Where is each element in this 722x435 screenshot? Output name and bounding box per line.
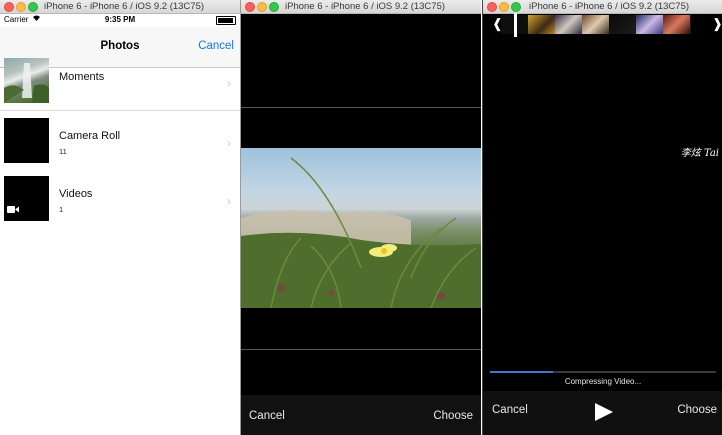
chevron-right-icon: ›	[227, 136, 231, 150]
window-titlebar[interactable]: iPhone 6 - iPhone 6 / iOS 9.2 (13C75)	[241, 0, 481, 14]
zoom-window-button[interactable]	[28, 2, 38, 12]
cancel-button[interactable]: Cancel	[198, 40, 234, 52]
trim-handle-left[interactable]: ❰	[492, 15, 503, 34]
battery-icon	[216, 16, 236, 25]
playhead[interactable]	[514, 13, 517, 37]
zoom-window-button[interactable]	[269, 2, 279, 12]
video-frame	[555, 15, 582, 34]
minimize-window-button[interactable]	[16, 2, 26, 12]
trim-bar: ❰ ❱	[483, 13, 722, 38]
chevron-right-icon: ›	[227, 194, 231, 208]
window-title: iPhone 6 - iPhone 6 / iOS 9.2 (13C75)	[44, 1, 205, 12]
video-frame	[663, 15, 690, 34]
window-titlebar[interactable]: iPhone 6 - iPhone 6 / iOS 9.2 (13C75)	[483, 0, 722, 14]
close-window-button[interactable]	[487, 2, 497, 12]
chevron-right-icon: ›	[227, 76, 231, 90]
album-row-camera-roll[interactable]: Camera Roll 11 ›	[0, 114, 240, 172]
minimize-window-button[interactable]	[499, 2, 509, 12]
window-title: iPhone 6 - iPhone 6 / iOS 9.2 (13C75)	[529, 1, 690, 12]
album-thumbnail	[4, 58, 49, 103]
status-time: 9:35 PM	[104, 15, 136, 24]
album-thumbnail	[4, 176, 49, 221]
trim-handle-right[interactable]: ❱	[712, 15, 722, 34]
crop-toolbar: Cancel Choose	[241, 395, 481, 435]
cancel-button[interactable]: Cancel	[492, 404, 528, 416]
cancel-button[interactable]: Cancel	[249, 410, 285, 422]
choose-button[interactable]: Choose	[433, 410, 473, 422]
simulator-window-video: iPhone 6 - iPhone 6 / iOS 9.2 (13C75) ❰ …	[482, 0, 722, 435]
album-count: 11	[59, 147, 67, 156]
album-title: Videos	[59, 188, 93, 200]
video-frame	[582, 15, 609, 34]
selected-photo[interactable]	[241, 148, 481, 308]
zoom-window-button[interactable]	[511, 2, 521, 12]
play-icon[interactable]	[595, 403, 613, 421]
choose-button[interactable]: Choose	[677, 404, 717, 416]
minimize-window-button[interactable]	[257, 2, 267, 12]
album-thumbnail	[4, 118, 49, 163]
video-frame	[528, 15, 555, 34]
album-row-videos[interactable]: Videos 1 ›	[0, 172, 240, 230]
video-toolbar: Cancel Choose	[483, 391, 722, 435]
status-bar: Carrier 9:35 PM	[0, 14, 240, 27]
ios-screen: ❰ ❱ 李炫 Tai Compressing Video... Cancel C…	[483, 13, 722, 435]
compress-status: Compressing Video...	[564, 377, 642, 386]
album-title: Camera Roll	[59, 130, 121, 142]
compress-progress-bar	[490, 371, 716, 373]
ios-screen: Carrier 9:35 PM Photos Cancel Moments › …	[0, 14, 240, 435]
album-row-moments[interactable]: Moments ›	[0, 54, 240, 112]
window-title: iPhone 6 - iPhone 6 / iOS 9.2 (13C75)	[285, 1, 446, 12]
ios-screen: Cancel Choose	[241, 14, 481, 435]
window-titlebar[interactable]: iPhone 6 - iPhone 6 / iOS 9.2 (13C75)	[0, 0, 240, 14]
close-window-button[interactable]	[4, 2, 14, 12]
frame-strip[interactable]	[501, 13, 691, 37]
simulator-window-photos: iPhone 6 - iPhone 6 / iOS 9.2 (13C75) Ca…	[0, 0, 241, 435]
album-count: 1	[59, 205, 64, 214]
close-window-button[interactable]	[245, 2, 255, 12]
video-frame	[609, 15, 636, 34]
video-caption: 李炫 Tai	[680, 148, 719, 159]
album-title: Moments	[59, 71, 105, 83]
video-camera-icon	[7, 200, 19, 218]
video-frame	[636, 15, 663, 34]
compress-progress-fill	[490, 371, 554, 373]
simulator-window-crop: iPhone 6 - iPhone 6 / iOS 9.2 (13C75) Ca…	[241, 0, 481, 435]
row-separator	[0, 110, 240, 111]
